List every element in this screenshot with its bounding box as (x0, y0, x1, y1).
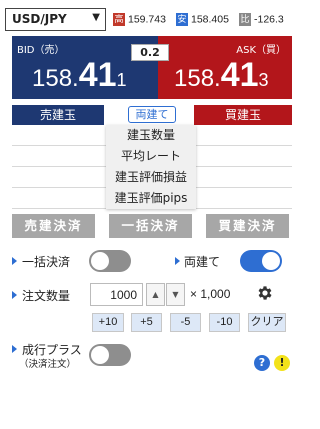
currency-pair-select[interactable]: USD/JPY ▼ (5, 8, 106, 31)
qty-minus-10-button[interactable]: -10 (209, 313, 240, 332)
menu-item-pips[interactable]: 建玉評価pips (106, 188, 196, 209)
market-plus-toggle[interactable] (89, 344, 131, 366)
toggle-knob (262, 252, 280, 270)
market-plus-sublabel: （決済注文） (19, 359, 77, 370)
ask-price: 158.413 (174, 56, 269, 95)
qty-plus-10-button[interactable]: +10 (92, 313, 124, 332)
ask-price-pip: 3 (258, 70, 269, 90)
buy-settle-button[interactable]: 買建決済 (206, 214, 289, 238)
change-value: -126.3 (254, 13, 284, 26)
bulk-settle-button[interactable]: 一括決済 (109, 214, 192, 238)
qty-down-button[interactable]: ▼ (166, 283, 185, 306)
bid-price: 158.411 (32, 56, 127, 95)
ask-panel[interactable]: ASK（買） 158.413 (158, 36, 292, 99)
tab-sell-positions[interactable]: 売建玉 (12, 105, 104, 125)
tab-buy-positions[interactable]: 買建玉 (194, 105, 292, 125)
order-qty-input[interactable]: 1000 (90, 283, 143, 306)
low-stat: 安 158.405 (176, 13, 229, 27)
bid-price-pip: 1 (116, 70, 127, 90)
high-stat: 高 159.743 (113, 13, 166, 27)
order-qty-label: 注文数量 (22, 289, 71, 303)
position-field-menu: 建玉数量 平均レート 建玉評価損益 建玉評価pips (106, 125, 196, 209)
position-tabs: 売建玉 両建て 買建玉 (12, 105, 292, 125)
caret-right-icon (12, 345, 17, 353)
qty-clear-button[interactable]: クリア (248, 313, 286, 332)
low-tag: 安 (176, 13, 188, 26)
bid-label: BID（売） (17, 45, 65, 56)
change-tag: 比 (239, 13, 251, 26)
toggle-knob (91, 346, 109, 364)
high-value: 159.743 (128, 13, 166, 26)
qty-minus-5-button[interactable]: -5 (170, 313, 201, 332)
menu-item-position-qty[interactable]: 建玉数量 (106, 125, 196, 146)
low-value: 158.405 (191, 13, 229, 26)
change-stat: 比 -126.3 (239, 13, 284, 27)
ask-price-main: 41 (220, 56, 259, 94)
high-tag: 高 (113, 13, 125, 26)
gear-icon[interactable] (256, 284, 274, 302)
hedge-label: 両建て (184, 255, 221, 269)
menu-item-average-rate[interactable]: 平均レート (106, 146, 196, 167)
menu-item-pnl[interactable]: 建玉評価損益 (106, 167, 196, 188)
help-icon[interactable]: ? (254, 355, 270, 371)
caret-right-icon (12, 257, 17, 265)
warning-icon[interactable]: ! (274, 355, 290, 371)
tab-hedge-positions[interactable]: 両建て (128, 106, 176, 123)
qty-up-button[interactable]: ▲ (146, 283, 165, 306)
currency-pair-value: USD/JPY (12, 12, 67, 26)
caret-right-icon (175, 257, 180, 265)
top-bar: USD/JPY ▼ 高 159.743 安 158.405 比 -126.3 (0, 0, 300, 40)
bulk-settle-toggle[interactable] (89, 250, 131, 272)
toggle-knob (91, 252, 109, 270)
bulk-settle-label: 一括決済 (22, 255, 71, 269)
sell-settle-button[interactable]: 売建決済 (12, 214, 95, 238)
qty-plus-5-button[interactable]: +5 (131, 313, 162, 332)
hedge-toggle[interactable] (240, 250, 282, 272)
ask-price-prefix: 158. (174, 65, 221, 92)
caret-right-icon (12, 291, 17, 299)
spread-badge: 0.2 (131, 44, 169, 61)
bid-price-main: 41 (78, 56, 117, 94)
ask-label: ASK（買） (236, 45, 286, 56)
chevron-down-icon: ▼ (92, 12, 100, 23)
qty-multiplier: × 1,000 (190, 287, 231, 301)
bid-price-prefix: 158. (32, 65, 79, 92)
